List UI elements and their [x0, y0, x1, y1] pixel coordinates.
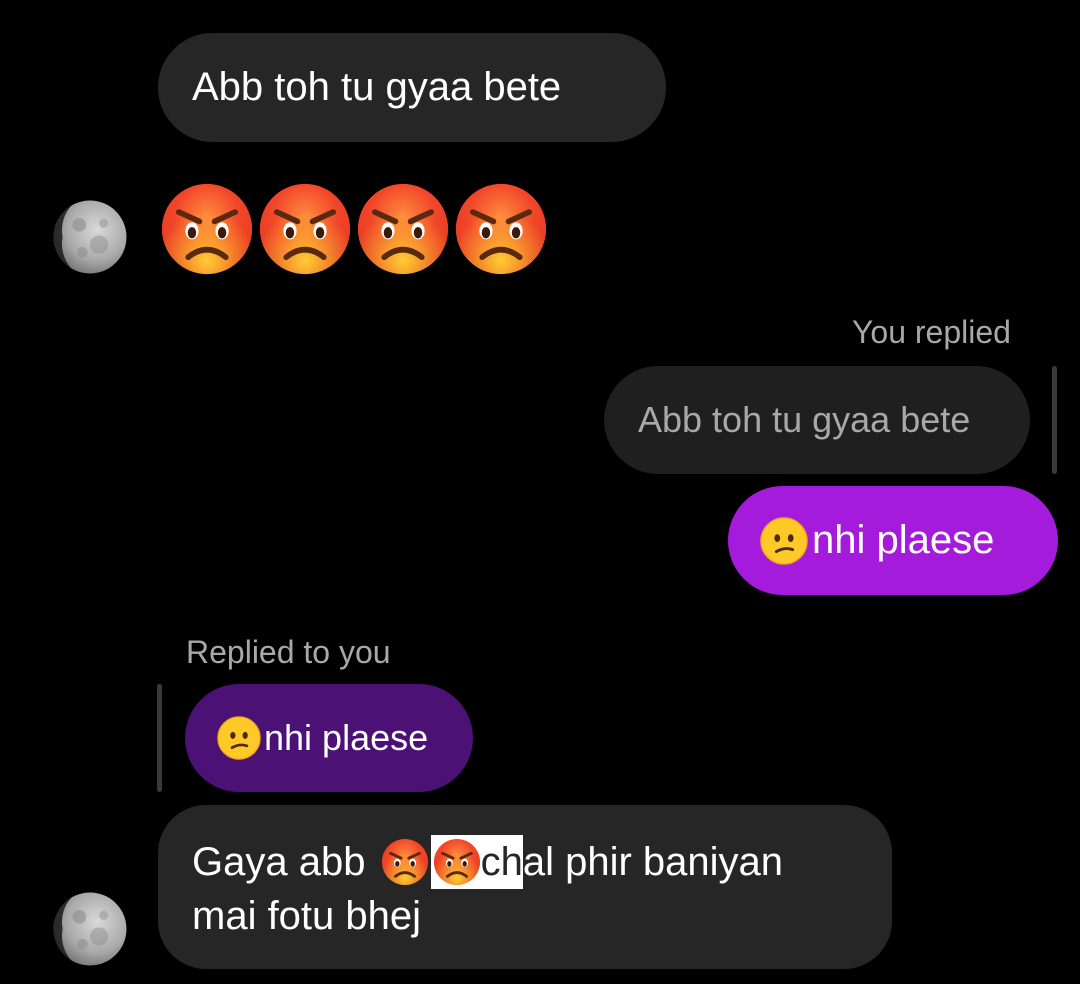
moon-icon [53, 200, 127, 274]
pouting-face-icon [432, 838, 481, 886]
pouting-face-icon [160, 182, 254, 276]
quoted-message-bubble[interactable]: nhi plaese [185, 684, 473, 792]
reply-indicator-bar [157, 684, 162, 792]
avatar-moon[interactable] [52, 199, 128, 275]
pouting-face-icon [356, 182, 450, 276]
selected-text[interactable]: ch [430, 835, 523, 889]
pouting-face-icon [380, 838, 429, 886]
selected-text-label: ch [480, 840, 523, 884]
message-bubble-incoming[interactable]: Abb toh tu gyaa bete [158, 33, 666, 142]
message-bubble-outgoing[interactable]: nhi plaese [728, 486, 1058, 595]
confused-face-icon [217, 716, 261, 760]
quoted-message-bubble[interactable]: Abb toh tu gyaa bete [604, 366, 1030, 474]
emoji-message[interactable] [160, 182, 552, 278]
confused-face-icon [760, 516, 808, 565]
message-bubble-incoming[interactable]: Gaya abb ch al phir baniyan mai fotu bhe… [158, 805, 892, 969]
reply-indicator-bar [1052, 366, 1057, 474]
avatar-moon[interactable] [52, 891, 128, 967]
moon-icon [53, 892, 127, 966]
pouting-face-icon [454, 182, 548, 276]
quoted-message-text: Abb toh tu gyaa bete [638, 399, 971, 440]
message-text: Abb toh tu gyaa bete [192, 65, 562, 109]
message-text: nhi plaese [812, 518, 995, 562]
message-line: mai fotu bhej [192, 894, 422, 938]
message-text: al phir baniyan [522, 840, 784, 884]
reply-context-label: You replied [852, 314, 1011, 350]
quoted-message-text: nhi plaese [264, 717, 429, 758]
pouting-face-icon [258, 182, 352, 276]
reply-context-label: Replied to you [186, 634, 391, 670]
message-text: Gaya abb [192, 840, 377, 884]
message-line: Gaya abb ch al phir baniyan [192, 835, 892, 889]
